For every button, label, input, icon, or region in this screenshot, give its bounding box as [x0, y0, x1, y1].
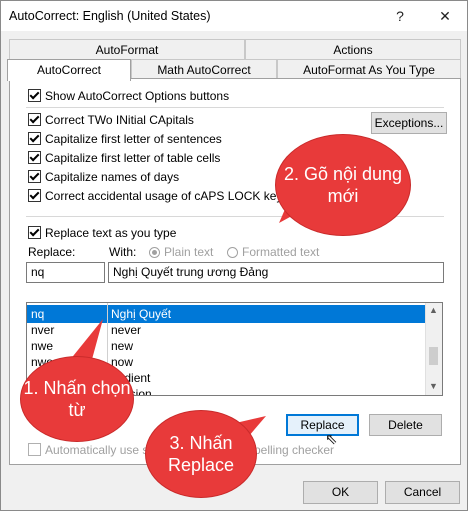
autocorrect-dialog: AutoCorrect: English (United States) ? ✕…: [0, 0, 468, 511]
callout-step-2: 2. Gõ nội dung mới: [276, 135, 410, 235]
mouse-cursor-icon: ⇖: [325, 431, 338, 448]
callout-step-3: 3. Nhấn Replace: [146, 411, 256, 497]
callout-step-1: 1. Nhấn chọn từ: [21, 357, 133, 441]
